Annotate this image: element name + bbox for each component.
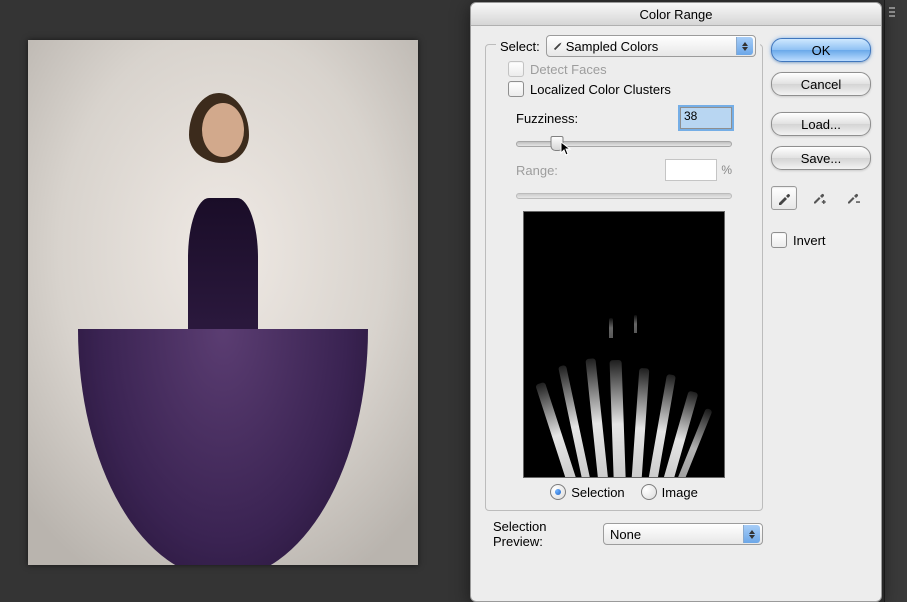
color-range-dialog: Color Range Select: Sampled Colors Detec… <box>470 2 882 602</box>
invert-label: Invert <box>793 233 826 248</box>
document-canvas[interactable] <box>28 40 418 565</box>
eyedropper-subtract-tool[interactable] <box>841 186 865 208</box>
app-panel-edge <box>884 0 907 602</box>
ok-button[interactable]: OK <box>771 38 871 62</box>
cancel-label: Cancel <box>801 77 841 92</box>
selection-preview-thumbnail[interactable] <box>523 211 725 478</box>
fuzziness-label: Fuzziness: <box>516 111 578 126</box>
figure-bodice <box>188 198 258 348</box>
detect-faces-checkbox <box>508 61 524 77</box>
save-button[interactable]: Save... <box>771 146 871 170</box>
selection-preview-dropdown[interactable]: None <box>603 523 763 545</box>
dialog-titlebar[interactable]: Color Range <box>471 3 881 26</box>
select-dropdown[interactable]: Sampled Colors <box>546 35 756 57</box>
eyedropper-sample-tool[interactable] <box>771 186 797 210</box>
panel-icon <box>887 4 905 20</box>
range-slider <box>516 187 732 201</box>
range-label: Range: <box>516 163 558 178</box>
detect-faces-label: Detect Faces <box>530 62 607 77</box>
localized-clusters-row[interactable]: Localized Color Clusters <box>508 81 752 97</box>
load-button[interactable]: Load... <box>771 112 871 136</box>
radio-image-label: Image <box>662 485 698 500</box>
eyedropper-add-tool[interactable] <box>807 186 831 208</box>
chevron-updown-icon <box>743 525 760 543</box>
select-label: Select: <box>500 39 540 54</box>
preview-mode-radios: Selection Image <box>496 484 752 500</box>
eyedropper-icon <box>776 190 792 206</box>
fuzziness-input[interactable]: 38 <box>680 107 732 129</box>
load-label: Load... <box>801 117 841 132</box>
eyedropper-tools <box>771 186 871 210</box>
select-group: Select: Sampled Colors Detect Faces Loca… <box>485 44 763 511</box>
radio-image[interactable]: Image <box>641 484 698 500</box>
eyedropper-plus-icon <box>811 189 827 205</box>
selection-preview-value: None <box>610 527 641 542</box>
select-dropdown-value: Sampled Colors <box>566 39 659 54</box>
slider-track <box>516 141 732 147</box>
selection-preview-label: Selection Preview: <box>493 519 595 549</box>
localized-clusters-checkbox[interactable] <box>508 81 524 97</box>
fuzziness-slider[interactable] <box>516 135 732 149</box>
slider-track <box>516 193 732 199</box>
slider-thumb[interactable] <box>551 136 564 151</box>
radio-selection[interactable]: Selection <box>550 484 624 500</box>
eyedropper-minus-icon <box>845 189 861 205</box>
save-label: Save... <box>801 151 841 166</box>
range-unit: % <box>721 163 732 177</box>
preview-mask <box>539 358 709 478</box>
radio-selection-button[interactable] <box>550 484 566 500</box>
invert-row[interactable]: Invert <box>771 232 871 248</box>
chevron-updown-icon <box>736 37 753 55</box>
invert-checkbox[interactable] <box>771 232 787 248</box>
radio-image-button[interactable] <box>641 484 657 500</box>
range-input <box>665 159 717 181</box>
ok-label: OK <box>812 43 831 58</box>
cancel-button[interactable]: Cancel <box>771 72 871 96</box>
radio-selection-label: Selection <box>571 485 624 500</box>
dialog-title: Color Range <box>640 7 713 22</box>
detect-faces-row: Detect Faces <box>508 61 752 77</box>
figure-head <box>202 103 244 157</box>
localized-clusters-label: Localized Color Clusters <box>530 82 671 97</box>
eyedropper-icon <box>551 39 565 53</box>
